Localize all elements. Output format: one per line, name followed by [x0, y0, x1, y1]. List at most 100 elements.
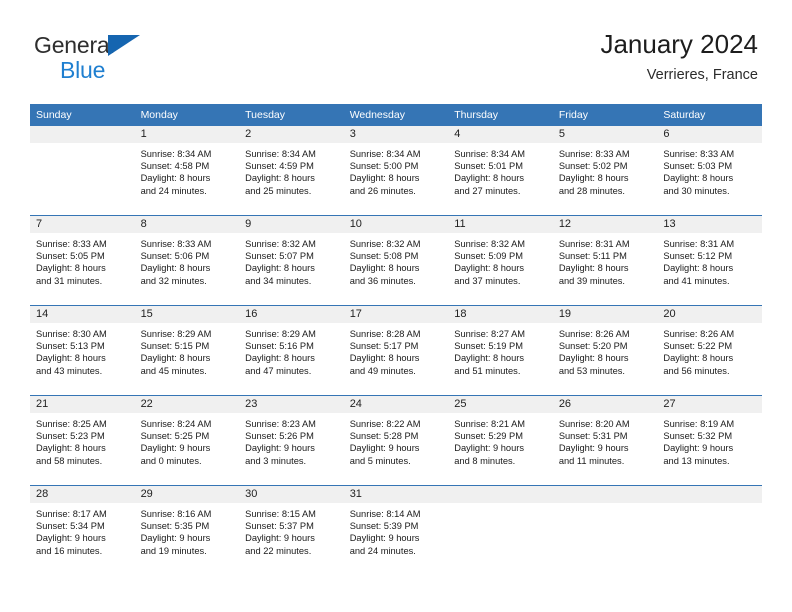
sunrise-text: Sunrise: 8:26 AM: [663, 329, 735, 339]
sunset-text: Sunset: 5:12 PM: [663, 251, 733, 262]
calendar-day-cell[interactable]: 20 Sunrise: 8:26 AM Sunset: 5:22 PM Dayligh…: [657, 305, 762, 396]
calendar-day-cell[interactable]: 19 Sunrise: 8:26 AM Sunset: 5:20 PM Dayligh…: [552, 305, 658, 396]
calendar-day-cell[interactable]: 11 Sunrise: 8:32 AM Sunset: 5:09 PM Dayligh…: [448, 215, 553, 306]
day-details: Sunrise: 8:25 AM Sunset: 5:23 PM Daylight:…: [30, 413, 135, 467]
sunrise-text: Sunrise: 8:33 AM: [558, 149, 630, 159]
day-cell-inner: 9 Sunrise: 8:32 AM Sunset: 5:07 PM Daylight…: [239, 216, 344, 305]
sunset-text: Sunset: 5:03 PM: [663, 161, 733, 172]
calendar-day-cell[interactable]: 4 Sunrise: 8:34 AM Sunset: 5:01 PM Daylight…: [448, 126, 553, 216]
calendar-day-cell[interactable]: 24 Sunrise: 8:22 AM Sunset: 5:28 PM Dayligh…: [343, 395, 449, 486]
sunset-text: Sunset: 5:39 PM: [349, 521, 419, 532]
daylight-text-line1: Daylight: 9 hours: [140, 533, 211, 544]
day-details: Sunrise: 8:33 AM Sunset: 5:05 PM Daylight:…: [30, 233, 135, 287]
weekday-header-monday: Monday: [134, 104, 240, 126]
calendar-day-cell[interactable]: 9 Sunrise: 8:32 AM Sunset: 5:07 PM Daylight…: [239, 215, 344, 306]
calendar-day-cell[interactable]: 17 Sunrise: 8:28 AM Sunset: 5:17 PM Dayligh…: [343, 305, 449, 396]
sunset-text: Sunset: 5:25 PM: [140, 431, 210, 442]
daylight-text-line1: Daylight: 9 hours: [140, 443, 211, 454]
day-details: Sunrise: 8:29 AM Sunset: 5:15 PM Daylight:…: [135, 323, 240, 377]
day-details: Sunrise: 8:32 AM Sunset: 5:08 PM Daylight:…: [344, 233, 449, 287]
day-number: 10: [343, 216, 449, 233]
day-number: 8: [134, 216, 240, 233]
day-number: 17: [343, 306, 449, 323]
calendar-day-cell[interactable]: 16 Sunrise: 8:29 AM Sunset: 5:16 PM Dayligh…: [239, 305, 344, 396]
daylight-text-line1: Daylight: 8 hours: [349, 263, 420, 274]
calendar-day-cell[interactable]: 12 Sunrise: 8:31 AM Sunset: 5:11 PM Dayligh…: [552, 215, 658, 306]
daylight-text-line2: and 47 minutes.: [245, 365, 312, 376]
calendar-day-cell[interactable]: 5 Sunrise: 8:33 AM Sunset: 5:02 PM Daylight…: [552, 126, 658, 216]
day-details: Sunrise: 8:34 AM Sunset: 4:59 PM Daylight:…: [239, 143, 344, 197]
calendar-grid: Sunday Monday Tuesday Wednesday Thursday…: [30, 104, 762, 575]
calendar-day-cell[interactable]: 7 Sunrise: 8:33 AM Sunset: 5:05 PM Daylight…: [30, 215, 135, 306]
day-details: Sunrise: 8:23 AM Sunset: 5:26 PM Daylight:…: [239, 413, 344, 467]
sunrise-text: Sunrise: 8:31 AM: [558, 239, 630, 249]
sunrise-text: Sunrise: 8:33 AM: [663, 149, 735, 159]
calendar-week-row: 7 Sunrise: 8:33 AM Sunset: 5:05 PM Daylight…: [30, 215, 762, 306]
calendar-day-cell: [448, 485, 553, 575]
sunrise-text: Sunrise: 8:19 AM: [663, 419, 735, 429]
day-cell-inner: 24 Sunrise: 8:22 AM Sunset: 5:28 PM Dayligh…: [343, 396, 449, 485]
sunrise-text: Sunrise: 8:16 AM: [140, 509, 212, 519]
calendar-day-cell[interactable]: 8 Sunrise: 8:33 AM Sunset: 5:06 PM Daylight…: [134, 215, 240, 306]
calendar-header-row: Sunday Monday Tuesday Wednesday Thursday…: [30, 104, 762, 126]
calendar-day-cell[interactable]: 30 Sunrise: 8:15 AM Sunset: 5:37 PM Dayligh…: [239, 485, 344, 575]
calendar-day-cell[interactable]: 23 Sunrise: 8:23 AM Sunset: 5:26 PM Dayligh…: [239, 395, 344, 486]
day-number: 14: [30, 306, 135, 323]
page-header: General Blue January 2024 Verrieres, Fra…: [34, 28, 758, 90]
daylight-text-line2: and 32 minutes.: [140, 275, 207, 286]
sunset-text: Sunset: 5:35 PM: [140, 521, 210, 532]
daylight-text-line2: and 34 minutes.: [245, 275, 312, 286]
calendar-day-cell[interactable]: 15 Sunrise: 8:29 AM Sunset: 5:15 PM Dayligh…: [134, 305, 240, 396]
calendar-day-cell[interactable]: 21 Sunrise: 8:25 AM Sunset: 5:23 PM Dayligh…: [30, 395, 135, 486]
calendar-day-cell[interactable]: 22 Sunrise: 8:24 AM Sunset: 5:25 PM Dayligh…: [134, 395, 240, 486]
sunset-text: Sunset: 5:02 PM: [558, 161, 628, 172]
calendar-day-cell[interactable]: 10 Sunrise: 8:32 AM Sunset: 5:08 PM Dayligh…: [343, 215, 449, 306]
daylight-text-line1: Daylight: 8 hours: [454, 173, 525, 184]
calendar-day-cell[interactable]: 26 Sunrise: 8:20 AM Sunset: 5:31 PM Dayligh…: [552, 395, 658, 486]
day-number: 4: [448, 126, 553, 143]
calendar-day-cell[interactable]: 29 Sunrise: 8:16 AM Sunset: 5:35 PM Dayligh…: [134, 485, 240, 575]
calendar-day-cell[interactable]: 6 Sunrise: 8:33 AM Sunset: 5:03 PM Daylight…: [657, 126, 762, 216]
sunset-text: Sunset: 5:34 PM: [36, 521, 105, 532]
sunset-text: Sunset: 5:19 PM: [454, 341, 523, 352]
daylight-text-line2: and 22 minutes.: [245, 545, 312, 556]
day-number: 29: [134, 486, 240, 503]
day-cell-inner: 31 Sunrise: 8:14 AM Sunset: 5:39 PM Dayligh…: [343, 486, 449, 575]
calendar-day-cell[interactable]: 14 Sunrise: 8:30 AM Sunset: 5:13 PM Dayligh…: [30, 305, 135, 396]
day-cell-inner: 10 Sunrise: 8:32 AM Sunset: 5:08 PM Dayligh…: [343, 216, 449, 305]
day-number: 2: [239, 126, 344, 143]
daylight-text-line2: and 31 minutes.: [36, 275, 103, 286]
calendar-day-cell[interactable]: 3 Sunrise: 8:34 AM Sunset: 5:00 PM Daylight…: [343, 126, 449, 216]
day-number: 1: [134, 126, 240, 143]
day-cell-inner: 8 Sunrise: 8:33 AM Sunset: 5:06 PM Daylight…: [134, 216, 240, 305]
logo-word-blue: Blue: [60, 57, 106, 83]
calendar-day-cell[interactable]: 18 Sunrise: 8:27 AM Sunset: 5:19 PM Dayligh…: [448, 305, 553, 396]
sunset-text: Sunset: 5:05 PM: [36, 251, 105, 262]
calendar-day-cell[interactable]: 2 Sunrise: 8:34 AM Sunset: 4:59 PM Daylight…: [239, 126, 344, 216]
logo-triangle-icon: [108, 35, 140, 56]
calendar-day-cell[interactable]: 28 Sunrise: 8:17 AM Sunset: 5:34 PM Dayligh…: [30, 485, 135, 575]
calendar-day-cell[interactable]: 31 Sunrise: 8:14 AM Sunset: 5:39 PM Dayligh…: [343, 485, 449, 575]
day-cell-inner: [448, 486, 553, 575]
sunset-text: Sunset: 4:59 PM: [245, 161, 314, 172]
daylight-text-line2: and 53 minutes.: [558, 365, 625, 376]
daylight-text-line1: Daylight: 9 hours: [558, 443, 629, 454]
calendar-day-cell[interactable]: 25 Sunrise: 8:21 AM Sunset: 5:29 PM Dayligh…: [448, 395, 553, 486]
daylight-text-line2: and 41 minutes.: [663, 275, 730, 286]
daylight-text-line2: and 11 minutes.: [558, 455, 625, 466]
day-cell-inner: 26 Sunrise: 8:20 AM Sunset: 5:31 PM Dayligh…: [552, 396, 658, 485]
day-details: Sunrise: 8:14 AM Sunset: 5:39 PM Daylight:…: [344, 503, 449, 557]
daylight-text-line1: Daylight: 8 hours: [663, 353, 734, 364]
day-cell-inner: 1 Sunrise: 8:34 AM Sunset: 4:58 PM Daylight…: [134, 126, 240, 215]
daylight-text-line2: and 24 minutes.: [140, 185, 207, 196]
calendar-day-cell[interactable]: 1 Sunrise: 8:34 AM Sunset: 4:58 PM Daylight…: [134, 126, 240, 216]
sunrise-text: Sunrise: 8:17 AM: [36, 509, 107, 519]
sunrise-text: Sunrise: 8:24 AM: [140, 419, 212, 429]
day-details: Sunrise: 8:24 AM Sunset: 5:25 PM Daylight:…: [135, 413, 240, 467]
daylight-text-line1: Daylight: 8 hours: [454, 353, 525, 364]
calendar-day-cell[interactable]: 27 Sunrise: 8:19 AM Sunset: 5:32 PM Dayligh…: [657, 395, 762, 486]
day-cell-inner: 28 Sunrise: 8:17 AM Sunset: 5:34 PM Dayligh…: [30, 486, 135, 575]
day-cell-inner: [552, 486, 658, 575]
calendar-day-cell[interactable]: 13 Sunrise: 8:31 AM Sunset: 5:12 PM Dayligh…: [657, 215, 762, 306]
day-number: 20: [657, 306, 762, 323]
